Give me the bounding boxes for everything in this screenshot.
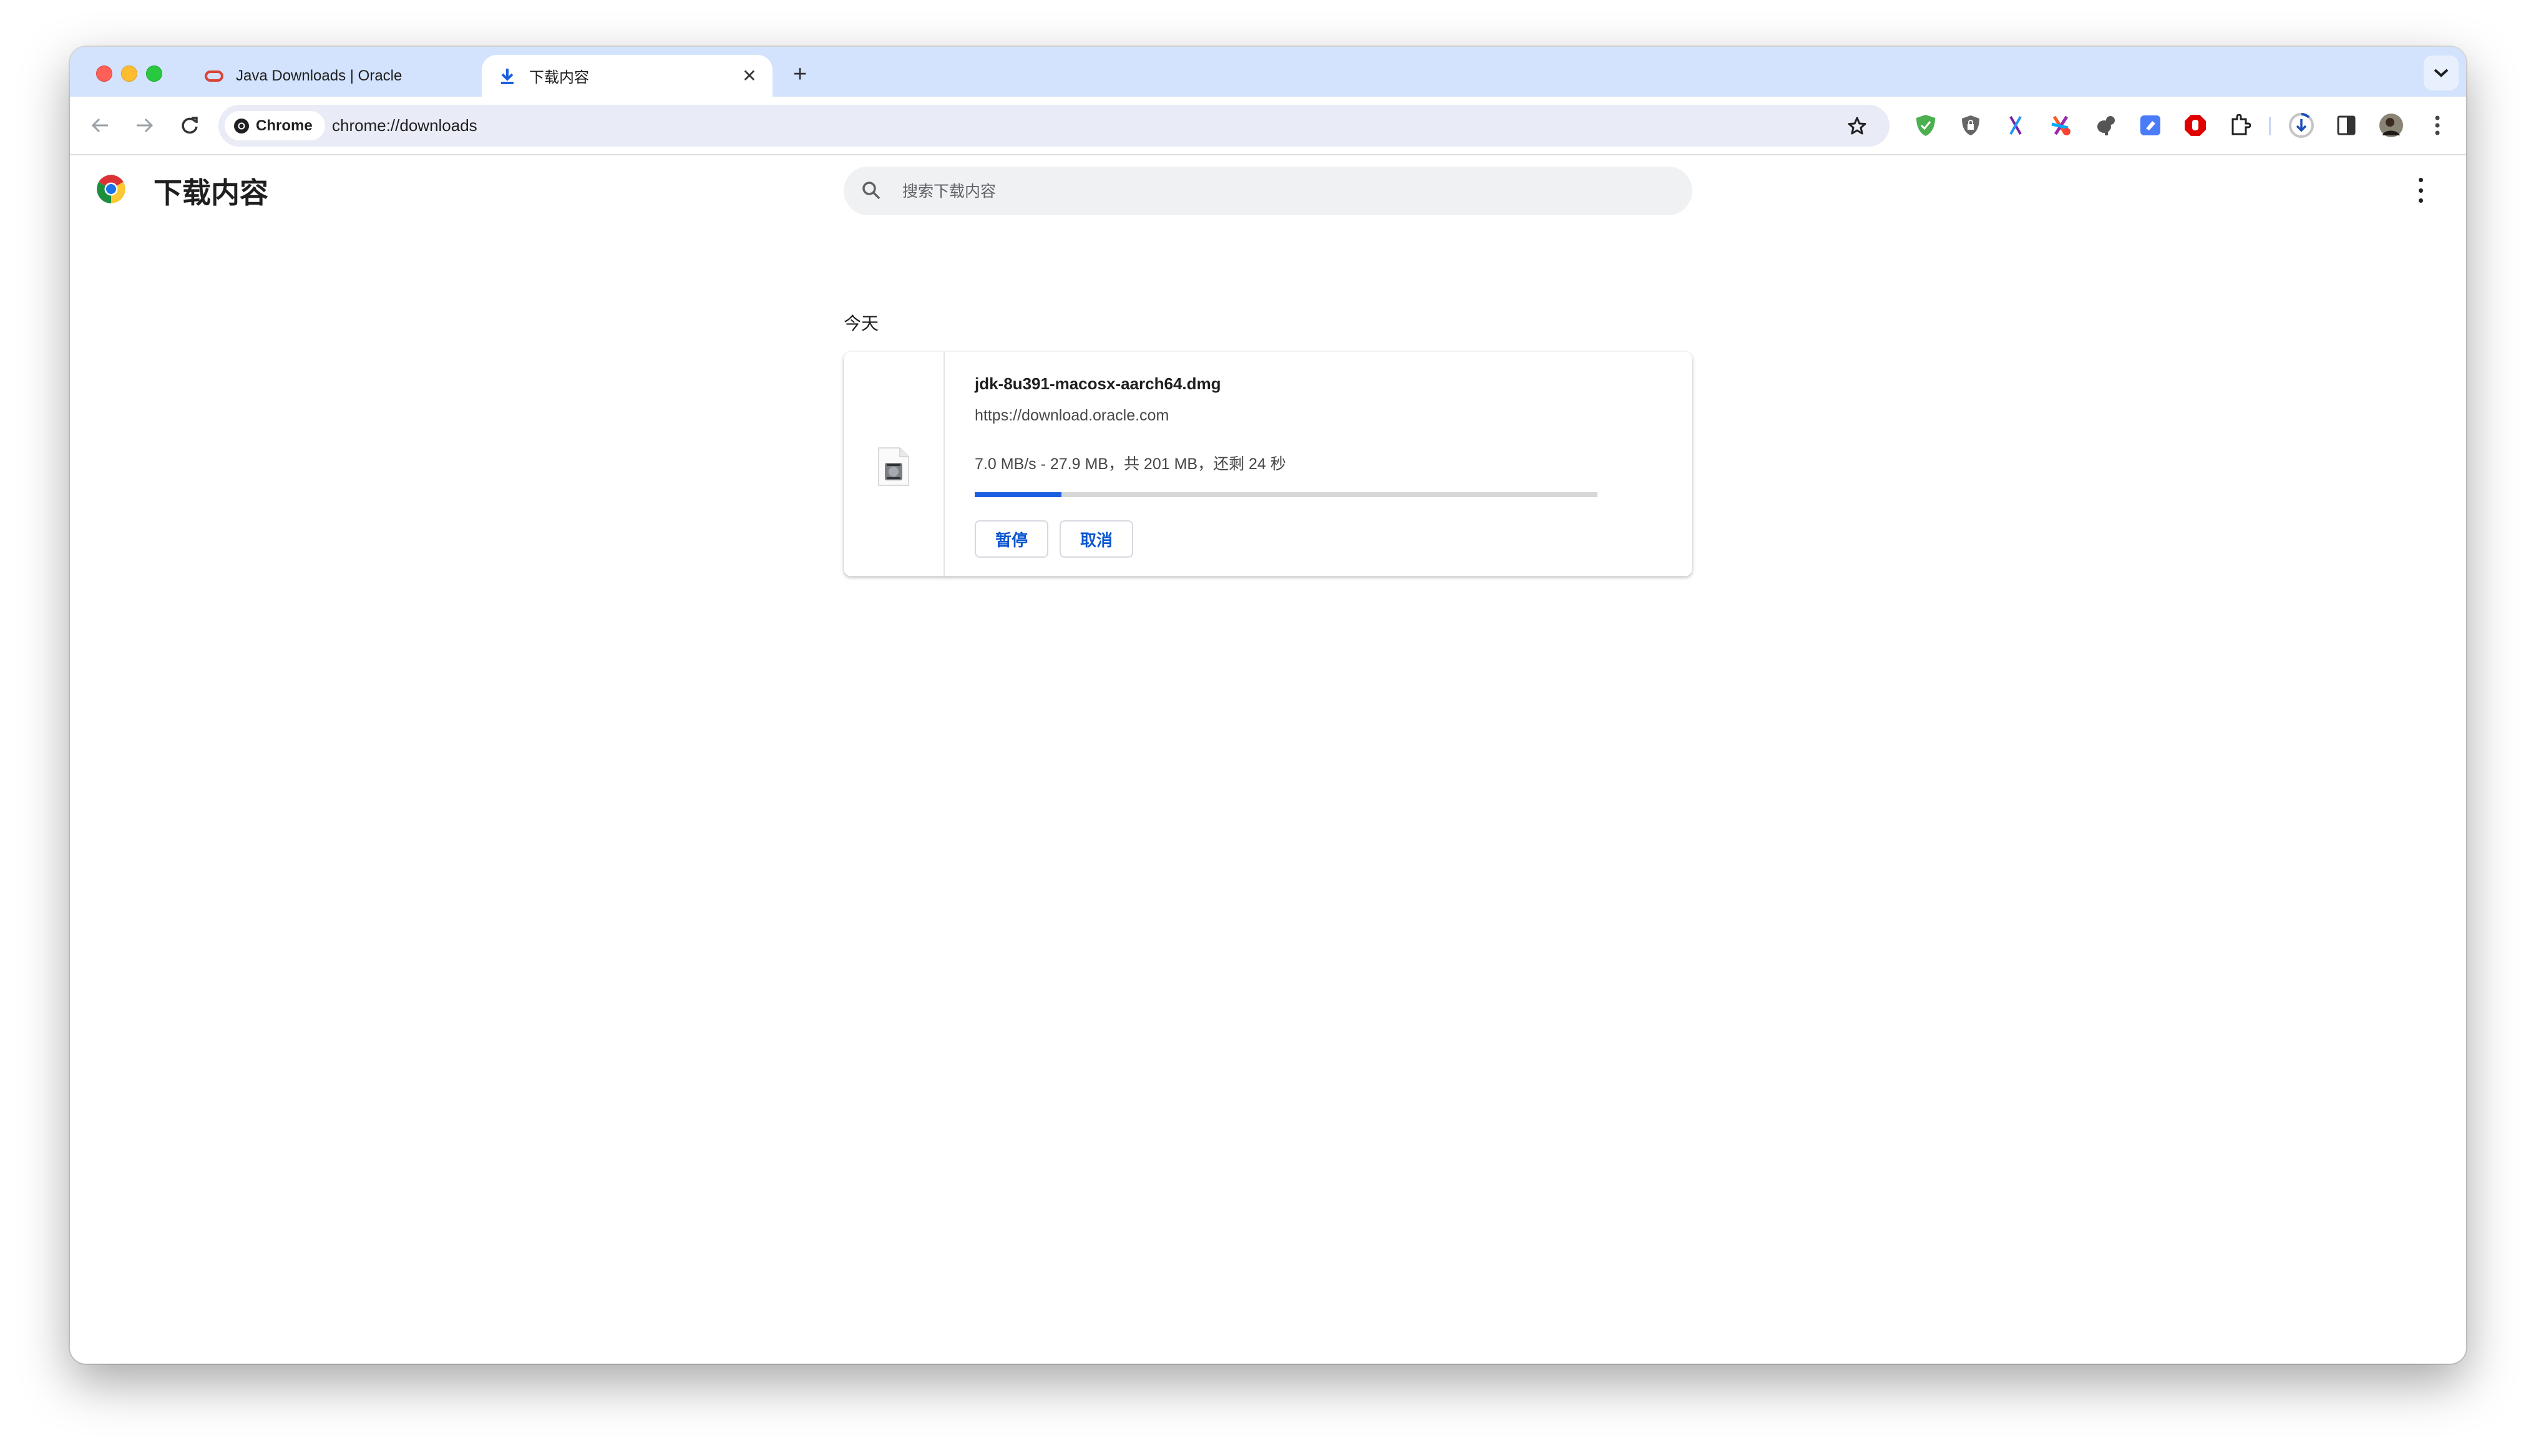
dot	[2418, 188, 2423, 193]
page-title: 下载内容	[154, 177, 268, 209]
adguard-shield-icon[interactable]	[1911, 110, 1941, 140]
dot	[2418, 198, 2423, 203]
download-status: 7.0 MB/s - 27.9 MB，共 201 MB，还剩 24 秒	[975, 455, 1286, 473]
url-text[interactable]: chrome://downloads	[332, 105, 477, 147]
evernote-icon[interactable]	[2090, 110, 2120, 140]
source-url-link[interactable]: https://download.oracle.com	[975, 407, 1169, 425]
downloads-progress-button[interactable]	[2286, 110, 2316, 140]
date-section-label: 今天	[844, 314, 879, 333]
window-close-button[interactable]	[96, 66, 112, 82]
download-progress-bar	[975, 492, 1597, 497]
page-more-actions-button[interactable]	[2411, 175, 2430, 205]
chrome-menu-button[interactable]	[2422, 110, 2452, 140]
back-arrow-icon	[91, 118, 108, 133]
window-maximize-button[interactable]	[146, 66, 162, 82]
privacy-shield-icon[interactable]	[1956, 110, 1986, 140]
search-icon	[862, 182, 880, 200]
pause-button[interactable]: 暂停	[975, 520, 1048, 558]
reload-icon	[182, 117, 198, 134]
x-extension-icon[interactable]	[2001, 110, 2031, 140]
downloads-page: 下载内容 今天 jdk-8u391-m	[70, 155, 2466, 1364]
chrome-logo-icon	[234, 118, 249, 133]
download-icon	[497, 66, 518, 87]
tab-downloads[interactable]: 下载内容 ✕	[482, 55, 773, 97]
back-button[interactable]	[82, 108, 117, 143]
download-progress-fill	[975, 492, 1061, 497]
kebab-menu-icon	[2435, 115, 2440, 135]
toolbar-divider	[2269, 117, 2271, 135]
puzzle-extensions-icon[interactable]	[2225, 110, 2255, 140]
blue-eraser-extension-icon[interactable]	[2135, 110, 2165, 140]
tab-title: 下载内容	[529, 69, 589, 86]
profile-avatar[interactable]	[2376, 110, 2406, 140]
cancel-button[interactable]: 取消	[1060, 520, 1133, 558]
dmg-file-icon	[878, 447, 909, 486]
file-icon-column	[844, 352, 945, 576]
side-panel-icon	[2337, 115, 2356, 135]
side-panel-button[interactable]	[2331, 110, 2361, 140]
file-name-link[interactable]: jdk-8u391-macosx-aarch64.dmg	[975, 374, 1221, 394]
star-icon	[1848, 117, 1866, 135]
reload-button[interactable]	[172, 108, 207, 143]
chevron-down-icon	[2434, 69, 2449, 77]
address-bar[interactable]: Chrome chrome://downloads	[218, 105, 1890, 147]
download-item: jdk-8u391-macosx-aarch64.dmg https://dow…	[844, 352, 1692, 576]
tab-search-button[interactable]	[2424, 56, 2459, 90]
browser-window: Java Downloads | Oracle ✕ 下载内容 ✕ +	[70, 47, 2466, 1364]
chrome-logo-icon	[97, 175, 125, 203]
download-progress-icon	[2289, 113, 2314, 138]
dot	[2418, 178, 2423, 182]
window-minimize-button[interactable]	[121, 66, 137, 82]
tab-strip: Java Downloads | Oracle ✕ 下载内容 ✕ +	[70, 47, 2466, 97]
site-info-chip[interactable]: Chrome	[225, 111, 325, 140]
search-box[interactable]	[844, 167, 1692, 216]
site-chip-label: Chrome	[256, 117, 313, 134]
close-tab-icon[interactable]: ✕	[740, 66, 759, 85]
colorful-star-extension-icon[interactable]	[2046, 110, 2075, 140]
new-tab-button[interactable]: +	[786, 61, 814, 88]
forward-arrow-icon	[137, 118, 154, 133]
forward-button[interactable]	[127, 108, 162, 143]
search-input[interactable]	[901, 167, 1652, 216]
bookmark-star-button[interactable]	[1843, 112, 1871, 140]
toolbar: Chrome chrome://downloads	[70, 97, 2466, 155]
adblock-hand-icon[interactable]	[2180, 110, 2210, 140]
oracle-logo-icon	[203, 66, 225, 87]
tab-title: Java Downloads | Oracle	[236, 67, 402, 84]
